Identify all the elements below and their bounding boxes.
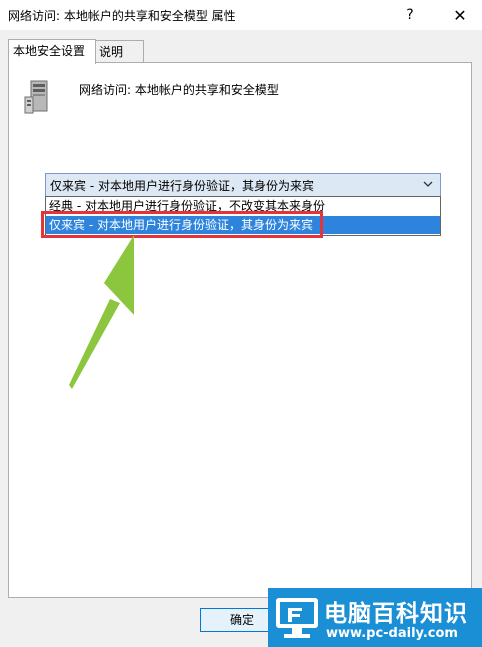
watermark-text: 电脑百科知识: [324, 601, 468, 627]
monitor-logo-icon: [276, 598, 318, 638]
security-model-combobox[interactable]: 仅来宾 - 对本地用户进行身份验证，其身份为来宾: [45, 173, 441, 197]
tab-explain[interactable]: 说明: [94, 40, 144, 63]
server-icon: [24, 80, 48, 114]
tab-panel: 网络访问: 本地帐户的共享和安全模型 仅来宾 - 对本地用户进行身份验证，其身份…: [8, 62, 472, 598]
watermark: 电脑百科知识 www.pc-daily.com: [268, 588, 482, 647]
close-button[interactable]: ✕: [438, 0, 482, 30]
properties-dialog: 网络访问: 本地帐户的共享和安全模型 属性 ? ✕ 本地安全设置 说明 网络访问…: [0, 0, 482, 647]
combobox-selected-value: 仅来宾 - 对本地用户进行身份验证，其身份为来宾: [50, 179, 314, 193]
watermark-url: www.pc-daily.com: [326, 626, 458, 641]
title-bar: 网络访问: 本地帐户的共享和安全模型 属性 ? ✕: [0, 0, 482, 30]
policy-title: 网络访问: 本地帐户的共享和安全模型: [79, 83, 279, 97]
window-title: 网络访问: 本地帐户的共享和安全模型 属性: [8, 9, 236, 23]
tab-local-security-setting[interactable]: 本地安全设置: [8, 39, 96, 64]
chevron-down-icon[interactable]: [422, 177, 434, 191]
green-arrow-annotation: [69, 235, 134, 389]
help-button[interactable]: ?: [388, 0, 432, 30]
